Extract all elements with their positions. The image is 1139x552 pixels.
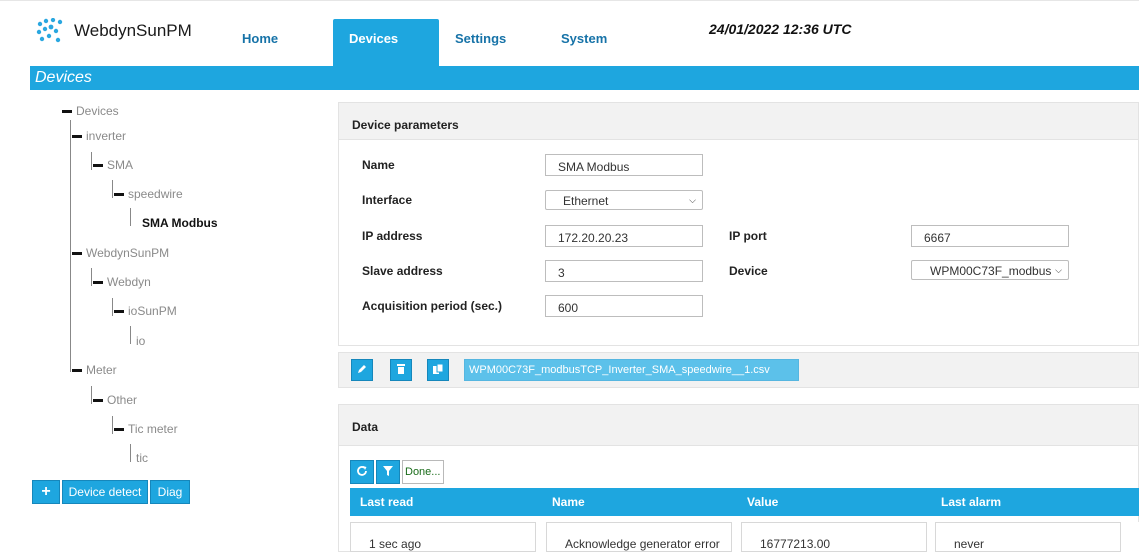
diag-button[interactable]: Diag [150,480,190,504]
data-panel-header: Data [338,404,1139,446]
tree-connector [91,386,92,404]
device-select[interactable]: WPM00C73F_modbus ⌵ [911,260,1069,280]
column-value[interactable]: Value [747,495,778,509]
tree-connector [130,326,131,344]
cell-last-alarm: never [935,522,1121,552]
add-device-button[interactable]: + [32,480,60,504]
tree-item-tic-meter[interactable]: Tic meter [114,422,178,436]
trash-icon [396,363,406,378]
collapse-icon[interactable] [72,251,82,255]
nav-tab-devices[interactable]: Devices [333,19,439,67]
tree-item-sma-modbus[interactable]: SMA Modbus [132,216,218,230]
cell-last-read: 1 sec ago [350,522,536,552]
tree-connector [70,120,71,372]
column-name[interactable]: Name [552,495,585,509]
refresh-icon [356,465,368,480]
data-toolbar: Done... [350,460,445,484]
datetime: 24/01/2022 12:36 UTC [709,21,852,37]
slave-address-input[interactable] [545,260,703,282]
nav-tab-system[interactable]: System [561,19,607,67]
nav-tab-home[interactable]: Home [242,19,278,67]
filter-icon [382,465,394,480]
tree-connector [130,444,131,462]
table-row[interactable]: 1 sec ago Acknowledge generator error 16… [350,522,1139,552]
tree-connector [112,416,113,434]
config-file-button[interactable]: WPM00C73F_modbusTCP_Inverter_SMA_speedwi… [464,359,799,381]
tree-item-meter[interactable]: Meter [72,363,117,377]
tree-item-sma[interactable]: SMA [93,158,133,172]
logo: WebdynSunPM [36,18,192,44]
collapse-icon[interactable] [72,368,82,372]
top-bar: WebdynSunPM Home Devices Settings System… [0,0,1139,67]
tree-toolbar: + Device detect Diag [32,480,190,504]
tree-connector [91,268,92,286]
copy-button[interactable] [427,359,449,381]
name-input[interactable] [545,154,703,176]
data-table-header: Last read Name Value Last alarm [350,488,1139,516]
edit-button[interactable] [351,359,373,381]
cell-value: 16777213.00 [741,522,927,552]
data-panel-title: Data [352,420,379,434]
nav-tab-settings[interactable]: Settings [455,19,506,67]
acquisition-period-label: Acquisition period (sec.) [362,299,503,313]
tree-connector [130,208,131,226]
device-detect-button[interactable]: Device detect [62,480,148,504]
column-last-read[interactable]: Last read [360,495,413,509]
tree-item-webdyn[interactable]: Webdyn [93,275,151,289]
webdyn-logo-icon [36,18,70,44]
tree-connector [112,180,113,198]
device-action-bar: WPM00C73F_modbusTCP_Inverter_SMA_speedwi… [338,352,1139,388]
ip-port-label: IP port [729,229,767,243]
device-parameters-title: Device parameters [352,118,459,132]
tree-item-webdynsunpm[interactable]: WebdynSunPM [72,246,169,260]
name-label: Name [362,158,395,172]
ip-port-input[interactable] [911,225,1069,247]
slave-address-label: Slave address [362,264,443,278]
done-status: Done... [402,460,445,484]
tree-item-devices[interactable]: Devices [62,104,119,118]
brand-name: WebdynSunPM [74,21,192,40]
section-header: Devices [30,66,1139,90]
refresh-button[interactable] [350,460,374,484]
collapse-icon[interactable] [114,192,124,196]
collapse-icon[interactable] [93,280,103,284]
collapse-icon[interactable] [93,163,103,167]
section-title: Devices [35,69,92,86]
copy-icon [432,363,444,378]
tree-item-other[interactable]: Other [93,393,137,407]
tree-item-tic[interactable]: tic [132,451,148,465]
tree-item-speedwire[interactable]: speedwire [114,187,183,201]
delete-button[interactable] [390,359,412,381]
collapse-icon[interactable] [62,109,72,113]
ip-address-input[interactable] [545,225,703,247]
chevron-down-icon: ⌵ [1055,265,1062,276]
filter-button[interactable] [376,460,400,484]
column-last-alarm[interactable]: Last alarm [941,495,1001,509]
edit-icon [356,363,368,378]
collapse-icon[interactable] [93,398,103,402]
collapse-icon[interactable] [114,309,124,313]
ip-address-label: IP address [362,229,423,243]
interface-label: Interface [362,193,413,207]
interface-select[interactable]: Ethernet ⌵ [545,190,703,210]
tree-connector [112,298,113,316]
collapse-icon[interactable] [114,427,124,431]
collapse-icon[interactable] [72,134,82,138]
tree-item-io[interactable]: io [132,334,145,348]
chevron-down-icon: ⌵ [689,195,696,205]
acquisition-period-input[interactable] [545,295,703,317]
tree-connector [91,152,92,170]
tree-item-iosunpm[interactable]: ioSunPM [114,304,177,318]
device-parameters-header: Device parameters [338,102,1139,140]
device-label: Device [729,264,768,278]
tree-item-inverter[interactable]: inverter [72,129,126,143]
cell-name: Acknowledge generator error [546,522,732,552]
